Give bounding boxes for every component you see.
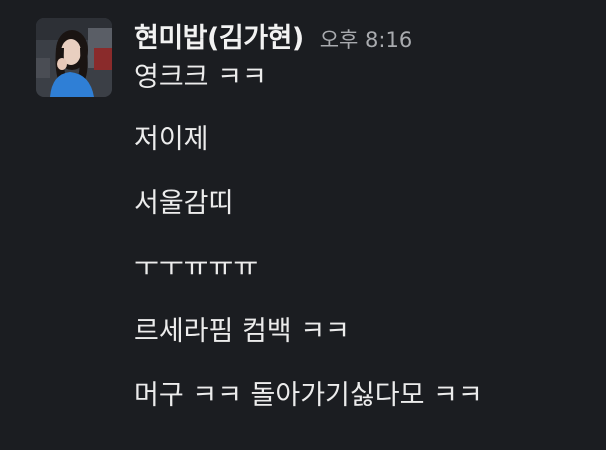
message-text: 르세라핌 컴백 ㅋㅋ	[134, 316, 350, 347]
sender-name[interactable]: 현미밥(김가현)	[134, 16, 304, 55]
message-list: 영크크 ㅋㅋ 저이제 서울감띠 ㅜㅜㅠㅠㅠ 르세라핌 컴백 ㅋㅋ 머구 ㅋㅋ 돌…	[134, 58, 594, 440]
message-text: 머구 ㅋㅋ 돌아가기싫다모 ㅋㅋ	[134, 380, 483, 411]
message-text: 저이제	[134, 124, 209, 155]
message-text: 영크크 ㅋㅋ	[134, 62, 267, 93]
message-text: 서울감띠	[134, 188, 234, 219]
message-group: 현미밥(김가현) 오후 8:16 영크크 ㅋㅋ 저이제 서울감띠 ㅜㅜㅠㅠㅠ 르…	[0, 0, 606, 450]
message-timestamp[interactable]: 오후 8:16	[320, 24, 412, 54]
sender-avatar[interactable]	[36, 18, 112, 97]
profile-photo-avatar-icon	[36, 18, 112, 97]
message-header: 현미밥(김가현) 오후 8:16	[134, 16, 412, 56]
message-text: ㅜㅜㅠㅠㅠ	[134, 252, 259, 283]
